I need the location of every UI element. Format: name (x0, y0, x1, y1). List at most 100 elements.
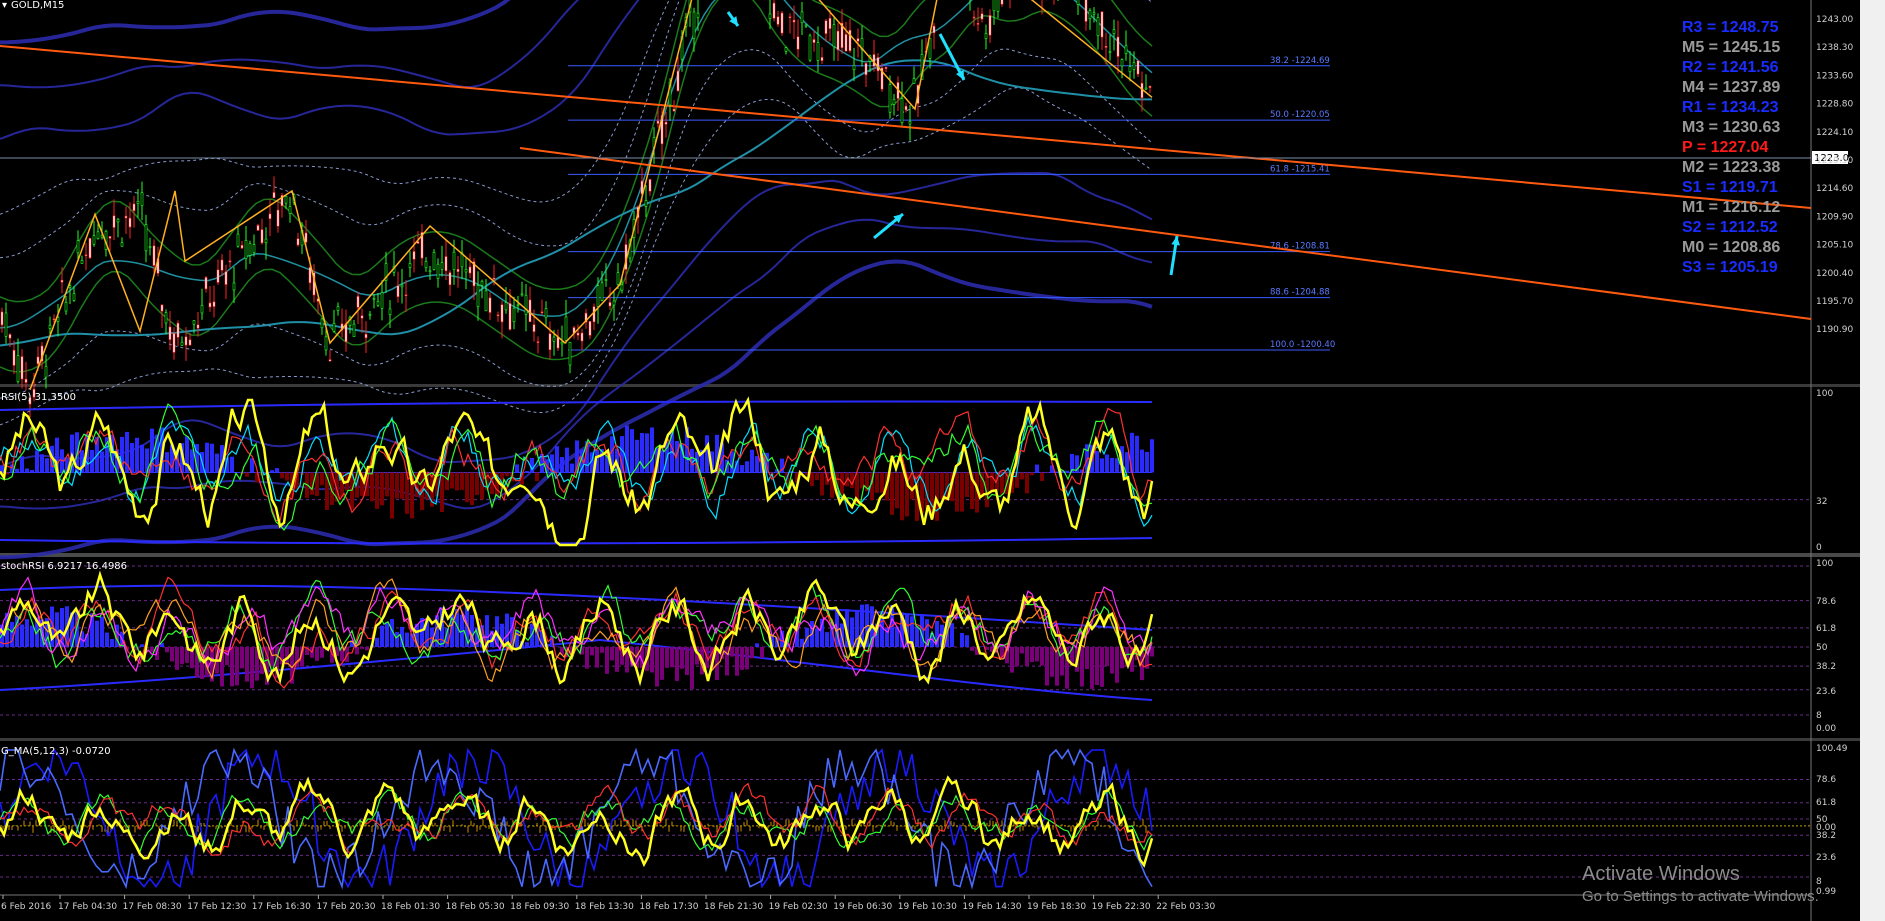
candle-body (792, 19, 796, 23)
separator-main-rsi[interactable] (0, 384, 1885, 387)
rsi-hist-bar-up (650, 427, 654, 473)
channel-upper-line[interactable] (0, 45, 1812, 209)
candle-body (812, 39, 816, 43)
stoch-hist-bar-down (740, 647, 744, 670)
stoch-hist-bar-down (1010, 647, 1014, 673)
ma-panel[interactable] (0, 747, 1811, 890)
candle-body (232, 282, 236, 291)
pivot-label: P = 1227.04 (1682, 139, 1769, 156)
panel-separators (0, 0, 1885, 921)
rsi-hist-bar-down (890, 472, 894, 515)
time-axis-label: 18 Feb 09:30 (510, 902, 569, 912)
stoch-hist-bar-down (650, 647, 654, 673)
candle-body (124, 215, 128, 219)
candle-body (184, 336, 188, 346)
candle-body (236, 233, 240, 247)
price-axis-label: 1219.50 (1816, 156, 1853, 166)
candle-body (368, 313, 372, 316)
price-axis-label: 1190.90 (1816, 325, 1853, 335)
rsi-hist-bar-up (1125, 452, 1129, 473)
stoch-hist-bar-down (230, 647, 234, 687)
rsi-panel[interactable] (0, 396, 1811, 547)
candle-body (616, 272, 620, 285)
candle-body (988, 15, 992, 36)
rsi-hist-bar-down (395, 472, 399, 499)
fib-level-label: 78.6 -1208.81 (1270, 242, 1330, 252)
stoch-hist-bar-down (1080, 647, 1084, 687)
candle-body (84, 254, 88, 257)
candle-body (1144, 87, 1148, 90)
ma-axis-label: 38.2 (1816, 831, 1836, 841)
candle-body (1084, 0, 1088, 22)
rsi-hist-bar-down (990, 472, 994, 493)
candle-body (844, 34, 848, 52)
separator-rsi-stoch[interactable] (0, 553, 1885, 557)
candle-body (580, 332, 584, 342)
channel-lower-line[interactable] (519, 147, 1812, 320)
candle-body (220, 259, 224, 271)
rsi-hist-bar-down (465, 472, 469, 503)
stoch-hist-bar-up (140, 644, 144, 647)
candle-body (664, 121, 668, 125)
separator-stoch-ma[interactable] (0, 738, 1885, 741)
time-axis-label: 19 Feb 06:30 (833, 902, 892, 912)
stoch-hist-bar-down (240, 647, 244, 669)
candle-body (328, 359, 332, 362)
main-title-marker[interactable]: ▾ (2, 0, 7, 11)
candle-body (424, 261, 428, 268)
stoch-hist-bar-down (690, 647, 694, 689)
candle-body (268, 213, 272, 220)
rsi-hist-bar-down (895, 472, 899, 509)
rsi-hist-bar-up (740, 465, 744, 473)
candle-body (620, 284, 624, 291)
pivot-label: M1 = 1216.12 (1682, 199, 1780, 216)
candle-body (1000, 0, 1004, 5)
stoch-hist-bar-down (1050, 647, 1054, 677)
rsi-hist-bar-up (20, 456, 24, 473)
chart-canvas[interactable]: 0.0 -1239.7023.6 -1230.4238.2 -1224.6950… (0, 0, 1885, 921)
stoch-hist-bar-up (20, 624, 24, 647)
stoch-hist-bar-up (110, 639, 114, 647)
rsi-hist-bar-down (875, 472, 879, 493)
candle-body (832, 24, 836, 48)
candle-body (372, 297, 376, 300)
rsi-hist-bar-up (745, 461, 749, 473)
outer-band-line (0, 0, 640, 140)
candle-body (136, 201, 140, 205)
pivot-label: M0 = 1208.86 (1682, 239, 1780, 256)
annotation-arrows[interactable] (726, 11, 1180, 276)
rsi-hist-bar-up (1095, 451, 1099, 473)
candle-body (876, 57, 880, 72)
mt4-chart-window[interactable]: 0.0 -1239.7023.6 -1230.4238.2 -1224.6950… (0, 0, 1885, 921)
rsi-hist-bar-up (275, 468, 279, 473)
rsi-hist-bar-down (1025, 472, 1029, 494)
candle-body (512, 307, 516, 323)
candle-body (932, 25, 936, 34)
trend-channel[interactable] (0, 45, 1812, 320)
candle-body (532, 324, 536, 332)
stoch-hist-bar-down (1015, 647, 1019, 667)
rsi-hist-bar-up (1100, 458, 1104, 473)
rsi-hist-bar-down (965, 472, 969, 497)
candle-body (1112, 29, 1116, 34)
candle-body (644, 200, 648, 207)
pivot-label: M2 = 1223.38 (1682, 159, 1780, 176)
rsi-hist-bar-up (210, 443, 214, 473)
candle-body (296, 238, 300, 246)
ma-axis-label: 100.49 (1816, 744, 1848, 754)
fib-level-label: 50.0 -1220.05 (1270, 110, 1330, 120)
candle-body (552, 336, 556, 342)
ma-axis-label: 23.6 (1816, 853, 1836, 863)
candle-body (248, 243, 252, 256)
candle-body (1124, 45, 1128, 54)
time-axis-label: 19 Feb 22:30 (1092, 902, 1151, 912)
rsi-hist-bar-up (570, 463, 574, 473)
stoch-hist-bar-down (175, 647, 179, 670)
candle-body (0, 311, 4, 326)
candle-body (796, 36, 800, 50)
candle-body (488, 297, 492, 313)
stoch-rsi-panel[interactable] (0, 565, 1811, 716)
candle-body (120, 242, 124, 247)
time-axis-label: 19 Feb 14:30 (962, 902, 1021, 912)
candle-body (8, 334, 12, 339)
